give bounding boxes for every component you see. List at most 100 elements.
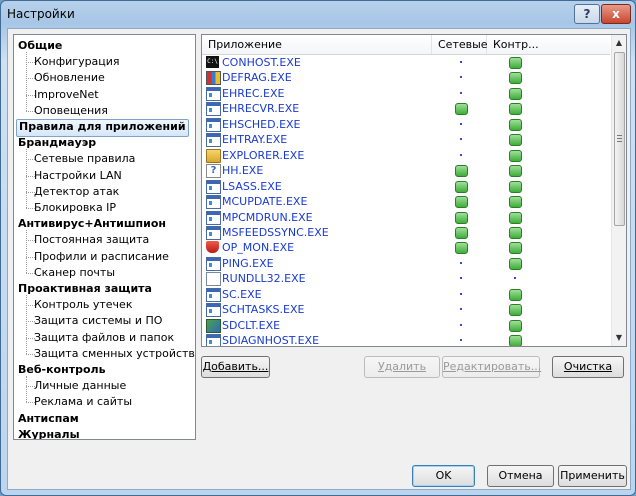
control-status-cell[interactable]: [508, 287, 522, 302]
network-status-cell[interactable]: [454, 271, 468, 286]
control-status-cell[interactable]: [508, 302, 522, 317]
tree-category[interactable]: Антиспам: [18, 411, 79, 427]
control-status-cell[interactable]: [508, 240, 522, 255]
network-status-cell[interactable]: [454, 256, 468, 271]
list-scrollbar[interactable]: ▲ ▼: [611, 35, 626, 346]
scroll-down-icon[interactable]: ▼: [612, 330, 626, 346]
applications-list[interactable]: Приложение Сетевые Контр... C:\ CONHOST.E…: [201, 34, 627, 347]
table-row[interactable]: EHTRAY.EXE: [202, 132, 610, 148]
table-row[interactable]: EHREC.EXE: [202, 86, 610, 102]
scroll-thumb[interactable]: [614, 52, 625, 226]
control-status-cell[interactable]: [508, 86, 522, 101]
network-status-cell[interactable]: [454, 148, 468, 163]
tree-item[interactable]: Реклама и сайты: [34, 394, 132, 410]
tree-item[interactable]: Сетевые правила: [34, 151, 135, 167]
table-row[interactable]: DEFRAG.EXE: [202, 70, 610, 86]
control-status-cell[interactable]: [508, 318, 522, 333]
apply-button[interactable]: Применить: [558, 465, 627, 487]
control-status-cell[interactable]: [508, 194, 522, 209]
control-status-cell[interactable]: [508, 210, 522, 225]
tree-item[interactable]: Защита системы и ПО: [34, 313, 162, 329]
tree-category[interactable]: Веб-контроль: [18, 362, 106, 378]
table-row[interactable]: SDCLT.EXE: [202, 318, 610, 334]
control-status-cell[interactable]: [508, 101, 522, 116]
control-status-cell[interactable]: [508, 70, 522, 85]
tree-item[interactable]: Обновление: [34, 70, 105, 86]
table-row[interactable]: C:\ CONHOST.EXE: [202, 55, 610, 71]
control-status-cell[interactable]: [508, 179, 522, 194]
network-status-cell[interactable]: [454, 240, 468, 255]
tree-category[interactable]: Общие: [18, 38, 62, 54]
clear-button[interactable]: Очистка: [552, 356, 624, 378]
network-status-cell[interactable]: [454, 101, 468, 116]
control-status-cell[interactable]: [508, 55, 522, 70]
control-status-cell[interactable]: [508, 256, 522, 271]
tree-item[interactable]: Профили и расписание: [34, 249, 169, 265]
close-button[interactable]: x: [601, 4, 631, 24]
tree-category[interactable]: Брандмауэр: [18, 135, 96, 151]
tree-category[interactable]: Журналы: [18, 427, 80, 439]
network-status-cell[interactable]: [454, 225, 468, 240]
table-row[interactable]: MCUPDATE.EXE: [202, 194, 610, 210]
control-status-cell[interactable]: [508, 117, 522, 132]
tree-item[interactable]: Сканер почты: [34, 265, 115, 281]
tree-item[interactable]: Защита сменных устройств: [34, 346, 195, 362]
tree-item[interactable]: Контроль утечек: [34, 297, 132, 313]
table-row[interactable]: SDIAGNHOST.EXE: [202, 333, 610, 346]
network-status-cell[interactable]: [454, 117, 468, 132]
network-status-cell[interactable]: [454, 318, 468, 333]
table-row[interactable]: SCHTASKS.EXE: [202, 302, 610, 318]
table-row[interactable]: EXPLORER.EXE: [202, 148, 610, 164]
tree-category[interactable]: Проактивная защита: [18, 281, 152, 297]
network-status-cell[interactable]: [454, 55, 468, 70]
tree-item[interactable]: Личные данные: [34, 378, 126, 394]
column-header-network[interactable]: Сетевые: [432, 35, 488, 54]
tree-item[interactable]: Детектор атак: [34, 184, 119, 200]
network-status-cell[interactable]: [454, 333, 468, 346]
table-row[interactable]: MPCMDRUN.EXE: [202, 210, 610, 226]
delete-button[interactable]: Удалить: [364, 356, 440, 378]
tree-item[interactable]: Оповещения: [34, 103, 108, 119]
table-row[interactable]: MSFEEDSSYNC.EXE: [202, 225, 610, 241]
network-status-cell[interactable]: [454, 163, 468, 178]
scroll-up-icon[interactable]: ▲: [612, 35, 626, 51]
edit-button[interactable]: Редактировать...: [442, 356, 541, 378]
add-button[interactable]: Добавить...: [201, 356, 270, 378]
control-status-cell[interactable]: [508, 271, 522, 286]
tree-item[interactable]: ImproveNet: [34, 87, 99, 103]
exe-icon: [206, 256, 221, 271]
network-status-cell[interactable]: [454, 132, 468, 147]
table-row[interactable]: ? HH.EXE: [202, 163, 610, 179]
network-status-cell[interactable]: [454, 302, 468, 317]
column-header-control[interactable]: Контр...: [487, 35, 543, 54]
table-row[interactable]: EHSCHED.EXE: [202, 117, 610, 133]
tree-item[interactable]: Защита файлов и папок: [34, 330, 174, 346]
table-row[interactable]: LSASS.EXE: [202, 179, 610, 195]
table-row[interactable]: SC.EXE: [202, 287, 610, 303]
cancel-button[interactable]: Отмена: [487, 465, 554, 487]
table-row[interactable]: PING.EXE: [202, 256, 610, 272]
control-status-cell[interactable]: [508, 163, 522, 178]
network-status-cell[interactable]: [454, 179, 468, 194]
control-status-cell[interactable]: [508, 148, 522, 163]
control-status-cell[interactable]: [508, 225, 522, 240]
tree-item[interactable]: Конфигурация: [34, 54, 120, 70]
table-row[interactable]: RUNDLL32.EXE: [202, 271, 610, 287]
network-status-cell[interactable]: [454, 287, 468, 302]
table-row[interactable]: OP_MON.EXE: [202, 240, 610, 256]
network-status-cell[interactable]: [454, 70, 468, 85]
help-button[interactable]: ?: [574, 4, 600, 24]
column-header-application[interactable]: Приложение: [202, 35, 432, 54]
control-status-cell[interactable]: [508, 132, 522, 147]
table-row[interactable]: EHRECVR.EXE: [202, 101, 610, 117]
network-status-cell[interactable]: [454, 194, 468, 209]
network-status-cell[interactable]: [454, 210, 468, 225]
tree-category[interactable]: Антивирус+Антишпион: [18, 216, 166, 232]
tree-item[interactable]: Постоянная защита: [34, 232, 149, 248]
settings-tree[interactable]: Общие Конфигурация Обновление ImproveNet Опо…: [13, 34, 196, 440]
network-status-cell[interactable]: [454, 86, 468, 101]
control-status-cell[interactable]: [508, 333, 522, 346]
tree-item[interactable]: Настройки LAN: [34, 168, 122, 184]
ok-button[interactable]: OK: [412, 465, 475, 487]
tree-item[interactable]: Блокировка IP: [34, 200, 116, 216]
